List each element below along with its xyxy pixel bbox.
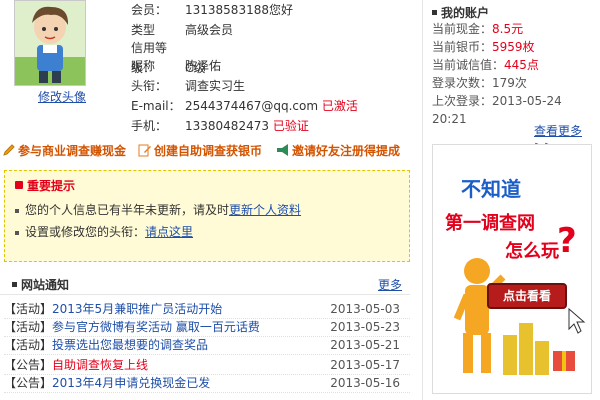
notice-title-text: 重要提示 xyxy=(27,179,76,193)
news-date: 2013-05-21 xyxy=(330,338,400,352)
bullet-icon xyxy=(15,208,19,213)
info-value: 13138583188您好 xyxy=(185,3,293,17)
info-credit-level: 信用等级： C级 xyxy=(131,38,205,75)
news-item[interactable]: 【活动】2013年5月兼职推广员活动开始 2013-05-03 xyxy=(4,300,410,319)
news-item[interactable]: 【活动】投票选出您最想要的调查奖品 2013-05-21 xyxy=(4,336,410,355)
news-more-link[interactable]: 更多 xyxy=(378,276,402,293)
account-label: 当前现金： xyxy=(432,22,493,36)
notice-text: 设置或修改您的头衔： xyxy=(25,225,146,239)
info-label: 昵称 xyxy=(131,59,156,73)
news-title[interactable]: 自助调查恢复上线 xyxy=(52,358,148,372)
account-value: 5959枚 xyxy=(492,40,535,54)
info-label: 类型 xyxy=(131,23,156,37)
notice-line-title: 设置或修改您的头衔：请点这里 xyxy=(15,223,193,240)
avatar-image xyxy=(15,1,85,85)
section-icon xyxy=(432,10,437,15)
edit-avatar-link[interactable]: 修改头像 xyxy=(38,88,86,105)
set-title-link[interactable]: 请点这里 xyxy=(145,225,193,239)
info-value: 13380482473 xyxy=(185,119,269,133)
site-news-header: 网站通知 更多 xyxy=(0,276,410,295)
info-member: 会员： 13138583188您好 xyxy=(131,0,293,20)
news-title-text: 网站通知 xyxy=(21,278,70,292)
news-tag: 【公告】 xyxy=(4,358,53,372)
news-tag: 【活动】 xyxy=(4,320,53,334)
promo-line-2: 第一调查网 xyxy=(445,213,535,234)
account-login-count: 登录次数：179次 xyxy=(432,74,527,92)
my-account-panel: 我的账户 当前现金：8.5元 当前银币：5959枚 当前诚信值：445点 登录次… xyxy=(430,0,600,153)
info-value: 陈泽佑 xyxy=(185,59,222,73)
account-title: 我的账户 xyxy=(432,4,489,21)
news-title[interactable]: 2013年4月申请兑换现金已发 xyxy=(52,376,210,390)
promo-line-3: 怎么玩 xyxy=(505,241,559,262)
notice-line-update: 您的个人信息已有半年未更新，请及时更新个人资料 xyxy=(15,201,301,218)
account-integrity: 当前诚信值：445点 xyxy=(432,56,539,74)
account-silver: 当前银币：5959枚 xyxy=(432,38,535,56)
edit-icon xyxy=(138,142,152,157)
action-label: 创建自助调查获银币 xyxy=(154,144,263,158)
account-label: 当前银币： xyxy=(432,40,493,54)
account-value: 445点 xyxy=(504,58,539,72)
news-title[interactable]: 投票选出您最想要的调查奖品 xyxy=(52,338,208,352)
profile-panel: 修改头像 会员： 13138583188您好 类型 高级会员 信用等级： C级 昵称 陈… xyxy=(0,0,420,140)
notice-text: 您的个人信息已有半年未更新，请及时 xyxy=(25,203,230,217)
avatar[interactable] xyxy=(14,0,86,86)
info-value: 调查实习生 xyxy=(185,79,246,93)
news-item[interactable]: 【公告】2013年4月申请兑换现金已发 2013-05-16 xyxy=(4,374,410,393)
phone-status-badge: 已验证 xyxy=(272,119,309,133)
news-tag: 【公告】 xyxy=(4,376,53,390)
bullet-icon xyxy=(15,230,19,235)
pencil-icon xyxy=(2,142,16,156)
news-section-title: 网站通知 xyxy=(12,276,69,293)
account-label: 登录次数： xyxy=(432,76,493,90)
notice-title: 重要提示 xyxy=(15,177,75,194)
email-status-badge: 已激活 xyxy=(321,99,358,113)
news-date: 2013-05-16 xyxy=(330,376,400,390)
account-label: 上次登录： xyxy=(432,94,493,108)
click-to-see-button[interactable]: 点击看看 xyxy=(487,283,567,309)
account-value: 8.5元 xyxy=(492,22,524,36)
info-phone: 手机： 13380482473 已验证 xyxy=(131,116,309,136)
info-value: 高级会员 xyxy=(185,23,234,37)
action-label: 参与商业调查赚现金 xyxy=(18,144,127,158)
account-last-login: 上次登录：2013-05-24 20:21 xyxy=(432,92,600,126)
news-tag: 【活动】 xyxy=(4,302,53,316)
account-value: 179次 xyxy=(492,76,527,90)
news-item[interactable]: 【活动】参与官方微博有奖活动 赢取一百元话费 2013-05-23 xyxy=(4,318,410,337)
action-label: 邀请好友注册得提成 xyxy=(292,144,401,158)
megaphone-icon xyxy=(276,142,290,156)
info-label: 头衔： xyxy=(131,79,168,93)
join-survey-link[interactable]: 参与商业调查赚现金 xyxy=(2,140,126,162)
create-survey-link[interactable]: 创建自助调查获银币 xyxy=(138,140,262,162)
important-notice-box: 重要提示 您的个人信息已有半年未更新，请及时更新个人资料 设置或修改您的头衔：请… xyxy=(4,170,410,262)
info-title: 头衔： 调查实习生 xyxy=(131,76,245,96)
info-email: E-mail： 2544374467@qq.com 已激活 xyxy=(131,96,358,116)
info-type: 类型 高级会员 xyxy=(131,20,233,40)
news-tag: 【活动】 xyxy=(4,338,53,352)
account-label: 当前诚信值： xyxy=(432,58,505,72)
news-date: 2013-05-23 xyxy=(330,320,400,334)
column-divider xyxy=(422,0,423,400)
section-icon xyxy=(12,282,17,287)
news-title[interactable]: 2013年5月兼职推广员活动开始 xyxy=(52,302,222,316)
info-nickname: 昵称 陈泽佑 xyxy=(131,56,221,76)
promo-banner[interactable]: 不知道 第一调查网 怎么玩 ? 点击看看 xyxy=(432,144,592,394)
account-cash: 当前现金：8.5元 xyxy=(432,20,523,38)
update-profile-link[interactable]: 更新个人资料 xyxy=(229,203,301,217)
news-title[interactable]: 参与官方微博有奖活动 赢取一百元话费 xyxy=(52,320,260,334)
info-label: 手机： xyxy=(131,119,168,133)
info-label: 会员： xyxy=(131,3,168,17)
news-item[interactable]: 【公告】自助调查恢复上线 2013-05-17 xyxy=(4,356,410,375)
invite-friends-link[interactable]: 邀请好友注册得提成 xyxy=(276,140,400,162)
info-label: E-mail： xyxy=(131,99,181,113)
action-links: 参与商业调查赚现金 创建自助调查获银币 邀请好友注册得提成 xyxy=(0,140,420,162)
news-date: 2013-05-03 xyxy=(330,302,400,316)
account-title-text: 我的账户 xyxy=(441,6,490,20)
alert-icon xyxy=(15,181,23,189)
news-date: 2013-05-17 xyxy=(330,358,400,372)
info-value: 2544374467@qq.com xyxy=(185,99,319,113)
promo-line-1: 不知道 xyxy=(461,177,521,201)
question-mark-icon: ? xyxy=(557,221,577,261)
